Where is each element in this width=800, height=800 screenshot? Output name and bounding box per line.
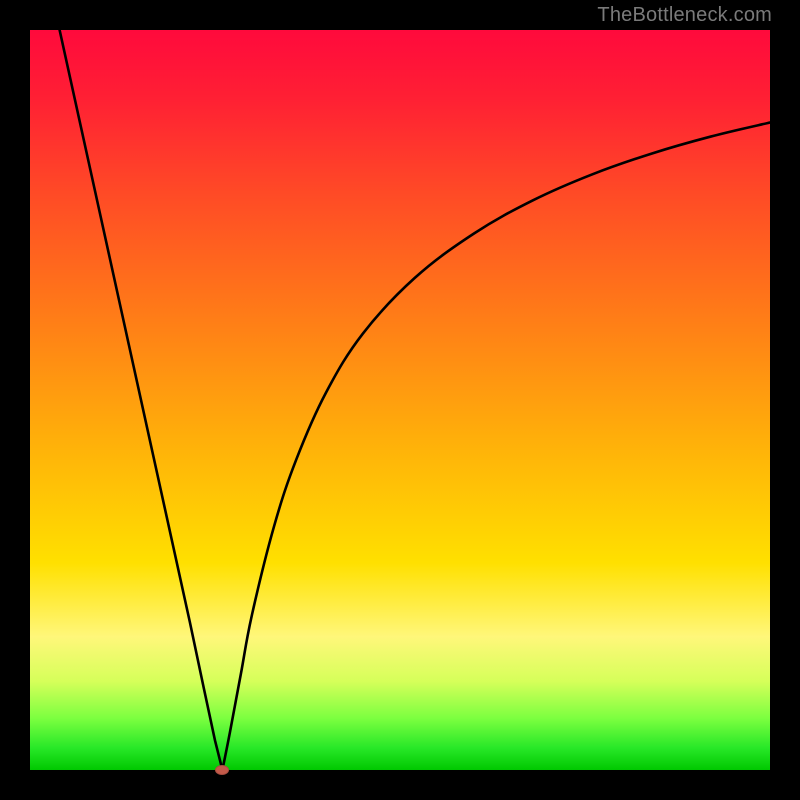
- curve-right-branch: [222, 123, 770, 771]
- bottleneck-curve: [30, 30, 770, 770]
- watermark-text: TheBottleneck.com: [597, 4, 772, 27]
- curve-left-branch: [60, 30, 223, 770]
- chart-frame: TheBottleneck.com: [0, 0, 800, 800]
- minimum-marker: [215, 765, 229, 775]
- plot-area: [30, 30, 770, 770]
